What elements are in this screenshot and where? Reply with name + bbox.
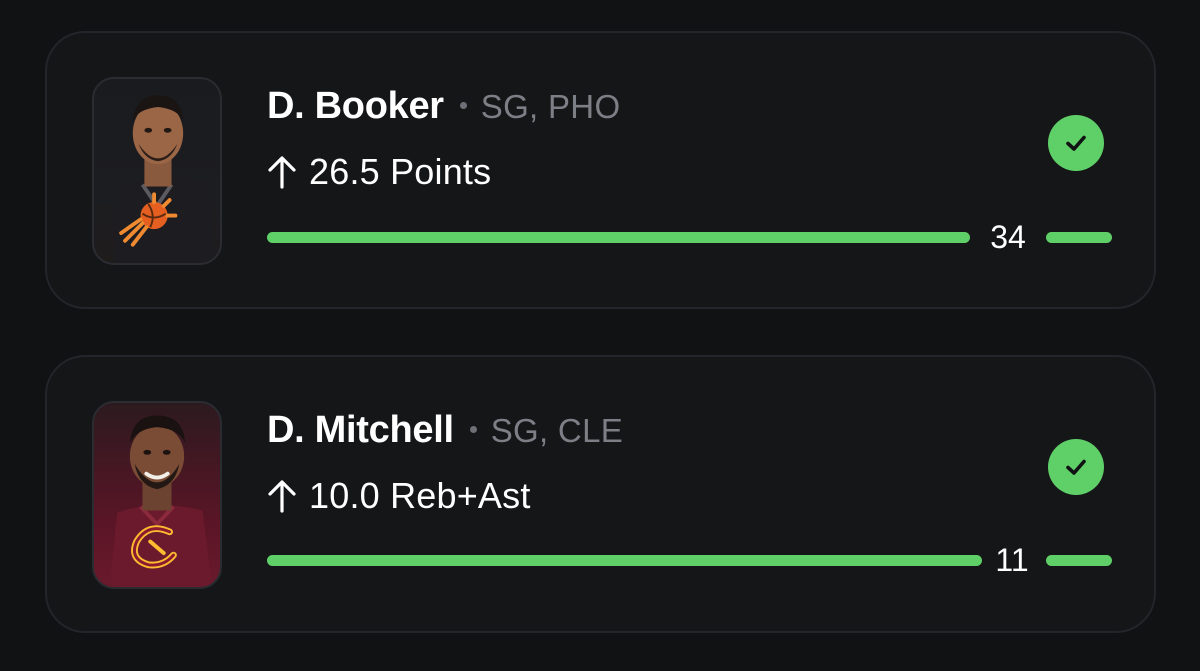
prop-row: 26.5 Points (267, 151, 491, 193)
prop-line: 10.0 Reb+Ast (309, 475, 531, 516)
arrow-up-icon (268, 480, 296, 513)
position-team: SG, PHO (480, 88, 621, 125)
player-photo (92, 77, 222, 265)
arrow-up-icon (268, 156, 296, 189)
progress-bar (267, 555, 982, 566)
player-name: D. Booker (267, 85, 444, 127)
player-photo (92, 401, 222, 589)
check-circle-icon (1048, 115, 1104, 171)
prop-line: 26.5 Points (309, 151, 492, 192)
check-circle-icon (1048, 439, 1104, 495)
picks-screen: D. Booker SG, PHO 26.5 Points 34 D. Mitc… (0, 0, 1200, 671)
progress-bar-tail (1046, 555, 1112, 566)
player-name: D. Mitchell (267, 409, 454, 451)
progress-bar-tail (1046, 232, 1112, 243)
pick-card[interactable]: D. Booker SG, PHO 26.5 Points 34 (45, 31, 1156, 309)
player-info-row: D. Booker SG, PHO (267, 85, 620, 128)
progress-bar (267, 232, 970, 243)
player-headshot-icon (109, 415, 213, 587)
player-info-row: D. Mitchell SG, CLE (267, 409, 623, 452)
player-headshot-icon (113, 95, 217, 263)
separator-dot-icon (469, 426, 477, 433)
prop-row: 10.0 Reb+Ast (267, 475, 531, 517)
position-team: SG, CLE (490, 412, 624, 449)
result-value: 34 (990, 219, 1026, 255)
result-value: 11 (995, 542, 1029, 578)
pick-card[interactable]: D. Mitchell SG, CLE 10.0 Reb+Ast 11 (45, 355, 1156, 633)
separator-dot-icon (459, 102, 467, 109)
